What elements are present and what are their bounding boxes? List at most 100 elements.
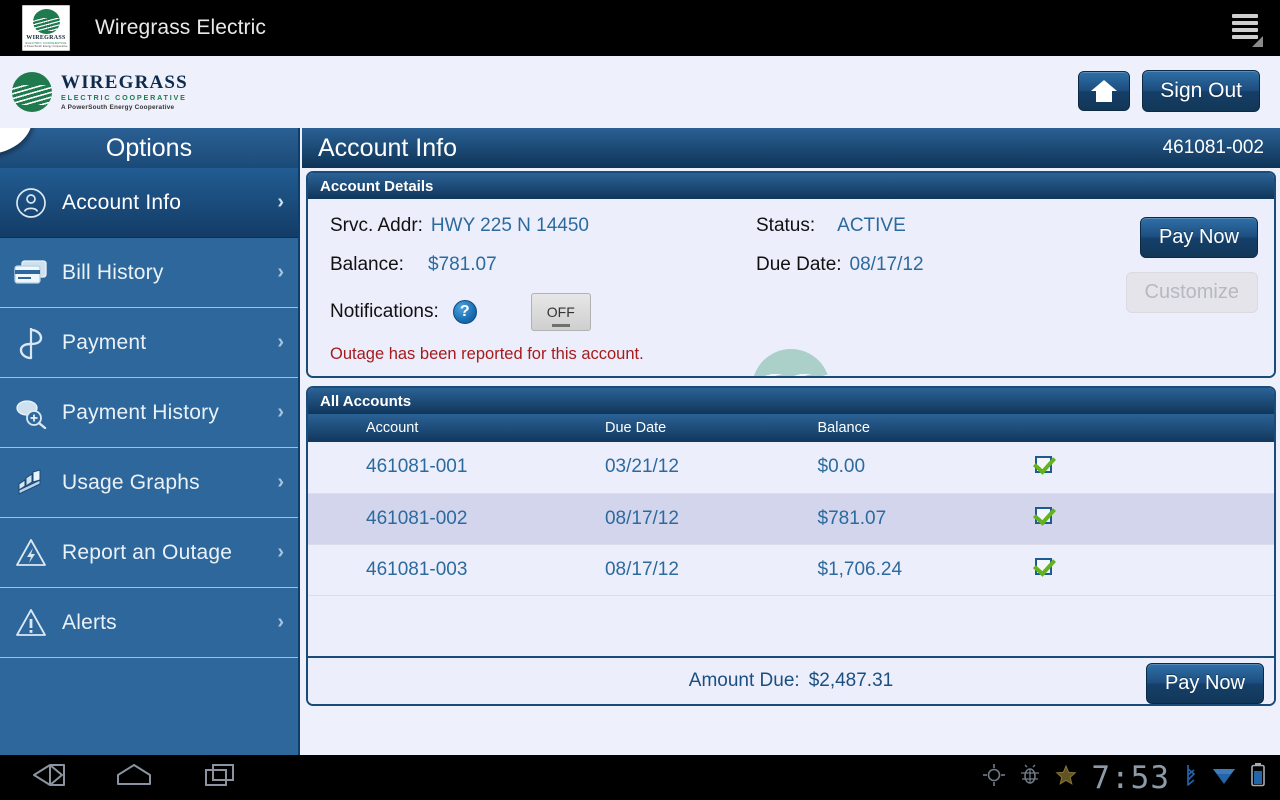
sidebar-item-bill-history[interactable]: Bill History › (0, 238, 298, 308)
bluetooth-icon (1184, 763, 1198, 792)
sidebar-item-label: Payment (62, 330, 147, 354)
notifications-label: Notifications: (330, 301, 439, 322)
table-row[interactable]: 461081-003 08/17/12 $1,706.24 (308, 544, 1274, 596)
sidebar-item-label: Report an Outage (62, 540, 233, 564)
sidebar-item-label: Payment History (62, 400, 220, 424)
android-nav-bar: 7:53 (0, 755, 1280, 800)
balance-field: Balance: $781.07 (308, 254, 756, 276)
table-row[interactable]: 461081-002 08/17/12 $781.07 (308, 493, 1274, 545)
chevron-right-icon: › (277, 541, 284, 563)
sign-out-button[interactable]: Sign Out (1142, 70, 1260, 112)
header-actions: Sign Out (1078, 70, 1260, 112)
sidebar-item-label: Alerts (62, 610, 117, 634)
account-details-panel-title: Account Details (308, 173, 1274, 199)
sidebar-item-label: Usage Graphs (62, 470, 200, 494)
table-row[interactable]: 461081-001 03/21/12 $0.00 (308, 442, 1274, 494)
page-header: Account Info 461081-002 (302, 128, 1280, 168)
service-address-label: Srvc. Addr: (330, 215, 423, 236)
app-title: Wiregrass Electric (95, 16, 266, 39)
cell-account: 461081-002 (308, 493, 597, 545)
account-details-actions: Pay Now Customize (1125, 217, 1258, 313)
status-field: Status: ACTIVE (756, 215, 1086, 237)
accounts-table-body: 461081-001 03/21/12 $0.00 461081-002 08/… (308, 442, 1274, 596)
accounts-table: Account Due Date Balance 461081-001 03/2… (308, 414, 1274, 596)
main-content: Account Info 461081-002 Account Details … (302, 128, 1280, 755)
chevron-right-icon: › (277, 261, 284, 283)
usb-debug-icon (1019, 764, 1041, 791)
amount-due-value: $2,487.31 (808, 669, 894, 691)
amount-due-label: Amount Due: (688, 669, 800, 691)
pay-now-button-details[interactable]: Pay Now (1139, 217, 1258, 258)
recent-apps-icon[interactable] (200, 762, 244, 793)
help-icon[interactable]: ? (452, 300, 477, 324)
logo-subtagline: A PowerSouth Energy Cooperative (24, 45, 68, 48)
customize-button: Customize (1125, 272, 1258, 313)
warning-bolt-icon (0, 537, 62, 569)
hamburger-menu-icon[interactable] (1232, 14, 1263, 47)
home-icon (1091, 80, 1118, 102)
sidebar-item-label: Account Info (62, 190, 182, 214)
sidebar-item-report-an-outage[interactable]: Report an Outage › (0, 518, 298, 588)
cell-account: 461081-001 (308, 442, 597, 494)
sidebar-title-label: Options (105, 134, 193, 162)
amount-due-bar: Amount Due: $2,487.31 Pay Now (308, 655, 1274, 704)
column-header-due-date: Due Date (596, 414, 810, 442)
money-search-icon (0, 397, 62, 429)
cell-due-date: 08/17/12 (596, 493, 810, 545)
sidebar: Options Account Info › Bill History › Pa… (0, 128, 300, 755)
cell-due-date: 08/17/12 (596, 544, 810, 596)
resize-corner-icon (1252, 36, 1263, 47)
gps-icon (983, 764, 1006, 791)
logo-disc-icon (12, 72, 52, 112)
table-empty-space (308, 595, 1274, 656)
sidebar-item-account-info[interactable]: Account Info › (0, 168, 298, 238)
notifications-toggle[interactable]: OFF (530, 293, 591, 331)
sidebar-item-payment[interactable]: Payment › (0, 308, 298, 378)
cell-checkbox (1027, 442, 1274, 494)
star-icon (1055, 764, 1077, 791)
column-header-select (1027, 414, 1274, 442)
warning-alert-icon (0, 607, 62, 639)
page-title: Account Info (318, 133, 457, 162)
chevron-right-icon: › (277, 471, 284, 493)
accounts-table-head: Account Due Date Balance (308, 414, 1274, 442)
home-icon[interactable] (112, 762, 156, 793)
home-button[interactable] (1078, 71, 1131, 111)
status-clock: 7:53 (1091, 759, 1170, 796)
site-logo: WIREGRASS ELECTRIC COOPERATIVE A PowerSo… (12, 72, 188, 112)
wifi-icon (1212, 764, 1236, 791)
chevron-right-icon: › (277, 331, 284, 353)
outage-message: Outage has been reported for this accoun… (330, 345, 644, 363)
status-label: Status: (756, 215, 816, 236)
credit-cards-icon (0, 258, 62, 288)
webview: WIREGRASS ELECTRIC COOPERATIVE A PowerSo… (0, 56, 1280, 755)
checkbox-checked-icon[interactable] (1035, 558, 1053, 575)
status-icons: 7:53 (983, 760, 1266, 796)
sidebar-item-usage-graphs[interactable]: Usage Graphs › (0, 448, 298, 518)
due-date-label: Due Date: (756, 254, 842, 275)
chevron-right-icon: › (277, 191, 284, 213)
cell-checkbox (1027, 493, 1274, 545)
cell-balance: $1,706.24 (809, 544, 1028, 596)
android-app-bar: WIREGRASS ELECTRIC COOPERATIVE A PowerSo… (0, 0, 1280, 56)
checkbox-checked-icon[interactable] (1035, 455, 1053, 473)
due-date-field: Due Date: 08/17/12 (756, 254, 1086, 276)
cell-account: 461081-003 (308, 544, 597, 596)
back-icon[interactable] (24, 762, 68, 793)
status-value: ACTIVE (837, 215, 906, 236)
nav-buttons (24, 762, 244, 793)
chevron-right-icon: › (277, 401, 284, 423)
pay-now-button-accounts[interactable]: Pay Now (1145, 662, 1264, 704)
cell-balance: $781.07 (809, 493, 1028, 545)
all-accounts-panel: All Accounts Account Due Date Balance 46… (306, 386, 1276, 706)
checkbox-checked-icon[interactable] (1035, 507, 1053, 524)
sidebar-item-payment-history[interactable]: Payment History › (0, 378, 298, 448)
service-address-field: Srvc. Addr: HWY 225 N 14450 (308, 215, 756, 237)
cell-checkbox (1027, 544, 1274, 596)
brand-subtagline: A PowerSouth Energy Cooperative (61, 103, 175, 111)
balance-value: $781.07 (427, 254, 497, 275)
sidebar-filler (0, 658, 298, 748)
body-split: Options Account Info › Bill History › Pa… (0, 128, 1280, 755)
sidebar-item-alerts[interactable]: Alerts › (0, 588, 298, 658)
due-date-value: 08/17/12 (849, 254, 924, 275)
